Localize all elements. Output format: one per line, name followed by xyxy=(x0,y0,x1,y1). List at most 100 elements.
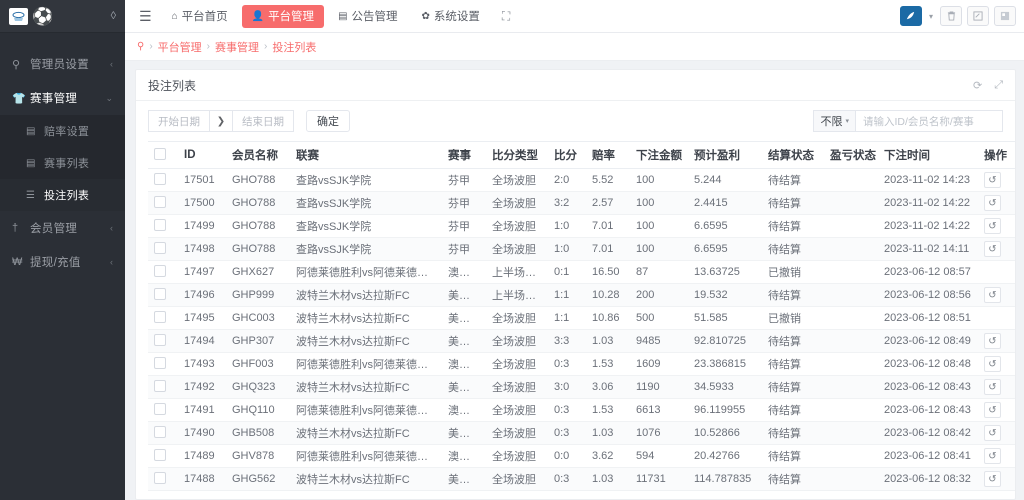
cell-profit-loss-status xyxy=(824,352,878,376)
revoke-bet-button[interactable]: ↺ xyxy=(984,195,1001,211)
sidebar-item-admin-settings[interactable]: ⚲ 管理员设置 ‹ xyxy=(0,47,125,81)
qr-icon[interactable]: ⛶ xyxy=(494,9,518,24)
filter-select[interactable]: 不限 ▾ xyxy=(813,110,855,132)
cell-bet-time: 2023-06-12 08:41 xyxy=(878,444,978,468)
cell-profit-loss-status xyxy=(824,237,878,261)
refresh-icon[interactable]: ⟳ xyxy=(973,79,982,92)
cell-odds: 10.86 xyxy=(586,306,630,330)
table-row[interactable]: 17492 GHQ323 波特兰木材vs达拉斯FC 美职业 全场波胆 3:0 3.06 119… xyxy=(148,375,1015,399)
cell-bet-amount: 1190 xyxy=(630,375,688,399)
cell-odds: 2.57 xyxy=(586,191,630,215)
chevron-down-icon[interactable]: ▾ xyxy=(927,12,935,21)
cell-expected-profit: 19.532 xyxy=(688,283,762,307)
row-checkbox[interactable] xyxy=(154,218,166,231)
sidebar-item-match-list[interactable]: ▤ 赛事列表 xyxy=(0,147,125,179)
row-checkbox[interactable] xyxy=(154,241,166,254)
cell-score-type: 全场波胆 xyxy=(486,467,548,491)
revoke-bet-button[interactable]: ↺ xyxy=(984,425,1001,441)
cell-expected-profit: 92.810725 xyxy=(688,329,762,353)
sidebar-item-member-management[interactable]: † 会员管理 ‹ xyxy=(0,211,125,245)
cell-bet-amount: 11731 xyxy=(630,467,688,491)
row-checkbox[interactable] xyxy=(154,333,166,346)
cell-settlement-status: 待结算 xyxy=(762,168,824,192)
breadcrumb-item-bet-list[interactable]: 投注列表 xyxy=(272,39,316,55)
revoke-bet-button[interactable]: ↺ xyxy=(984,379,1001,395)
table-row[interactable]: 17491 GHQ110 阿德莱德胜利vs阿德莱德眼镜蛇 澳南甲 全场波胆 0:3 1.53… xyxy=(148,398,1015,422)
cell-bet-time: 2023-06-12 08:32 xyxy=(878,467,978,491)
start-date-input[interactable]: 开始日期 xyxy=(148,110,210,132)
row-checkbox[interactable] xyxy=(154,448,166,461)
breadcrumb-item-match-management[interactable]: 赛事管理 xyxy=(215,39,259,55)
tab-platform-management[interactable]: 👤 平台管理 xyxy=(241,4,325,28)
row-checkbox[interactable] xyxy=(154,264,166,277)
revoke-bet-button[interactable]: ↺ xyxy=(984,241,1001,257)
table-row[interactable]: 17499 GHO788 查路vsSJK学院 芬甲 全场波胆 1:0 7.01 100 6.65… xyxy=(148,214,1015,238)
row-checkbox[interactable] xyxy=(154,172,166,185)
cell-operation: ↺ xyxy=(978,329,1015,353)
table-row[interactable]: 17493 GHF003 阿德莱德胜利vs阿德莱德眼镜蛇 澳南甲 全场波胆 0:3 1.53… xyxy=(148,352,1015,376)
row-checkbox[interactable] xyxy=(154,425,166,438)
select-all-checkbox[interactable] xyxy=(154,147,166,160)
fullscreen-button[interactable] xyxy=(994,6,1016,26)
row-checkbox[interactable] xyxy=(154,287,166,300)
search-input[interactable]: 请输入ID/会员名称/赛事 xyxy=(855,110,1003,132)
sidebar-item-match-management[interactable]: 👕 赛事管理 ⌄ xyxy=(0,81,125,115)
cell-bet-time: 2023-11-02 14:11 xyxy=(878,237,978,261)
rows-icon: ☰ xyxy=(26,189,35,201)
cell-profit-loss-status xyxy=(824,375,878,399)
cell-odds: 1.53 xyxy=(586,398,630,422)
sidebar-item-bet-list[interactable]: ☰ 投注列表 xyxy=(0,179,125,211)
row-checkbox[interactable] xyxy=(154,471,166,484)
row-checkbox[interactable] xyxy=(154,379,166,392)
revoke-bet-button[interactable]: ↺ xyxy=(984,356,1001,372)
table-row[interactable]: 17488 GHG562 波特兰木材vs达拉斯FC 美职业 全场波胆 0:3 1.03 117… xyxy=(148,467,1015,491)
revoke-bet-button[interactable]: ↺ xyxy=(984,471,1001,487)
table-row[interactable]: 17495 GHC003 波特兰木材vs达拉斯FC 美职业 全场波胆 1:1 10.86 50… xyxy=(148,306,1015,330)
cell-operation: ↺ xyxy=(978,191,1015,215)
location-icon: ⚲ xyxy=(137,41,145,52)
clear-cache-button[interactable] xyxy=(940,6,962,26)
table-row[interactable]: 17500 GHO788 查路vsSJK学院 芬甲 全场波胆 3:2 2.57 100 2.44… xyxy=(148,191,1015,215)
cell-league: 查路vsSJK学院 xyxy=(290,191,442,215)
sidebar-item-withdraw-deposit[interactable]: ₩ 提现/充值 ‹ xyxy=(0,245,125,279)
row-checkbox[interactable] xyxy=(154,402,166,415)
revoke-bet-button[interactable]: ↺ xyxy=(984,218,1001,234)
cell-expected-profit: 6.6595 xyxy=(688,237,762,261)
table-row[interactable]: 17496 GHP999 波特兰木材vs达拉斯FC 美职业 上半场波胆 1:1 10.28 2… xyxy=(148,283,1015,307)
revoke-bet-button[interactable]: ↺ xyxy=(984,333,1001,349)
table-row[interactable]: 17489 GHV878 阿德莱德胜利vs阿德莱德眼镜蛇 澳南甲 全场波胆 0:0 3.62… xyxy=(148,444,1015,468)
table-row[interactable]: 17501 GHO788 查路vsSJK学院 芬甲 全场波胆 2:0 5.52 100 5.24… xyxy=(148,168,1015,192)
cell-id: 17492 xyxy=(178,375,226,399)
expand-icon[interactable]: ⤢ xyxy=(994,79,1003,92)
tab-system-settings[interactable]: ✿ 系统设置 xyxy=(412,5,490,28)
end-date-input[interactable]: 结束日期 xyxy=(232,110,294,132)
language-button[interactable] xyxy=(899,6,922,26)
hamburger-icon[interactable]: ☰ xyxy=(135,8,162,25)
table-row[interactable]: 17494 GHP307 波特兰木材vs达拉斯FC 美职业 全场波胆 3:3 1.03 948… xyxy=(148,329,1015,353)
tab-platform-home[interactable]: ⌂ 平台首页 xyxy=(162,5,238,28)
edit-button[interactable] xyxy=(967,6,989,26)
cell-event: 芬甲 xyxy=(442,168,486,192)
col-expected-profit: 预计盈利 xyxy=(688,141,762,169)
revoke-bet-button[interactable]: ↺ xyxy=(984,172,1001,188)
table-row[interactable]: 17497 GHX627 阿德莱德胜利vs阿德莱德眼镜蛇 澳南甲 上半场波胆 0:1 16.… xyxy=(148,260,1015,284)
water-drop-icon[interactable]: ◊ xyxy=(111,10,116,22)
row-checkbox[interactable] xyxy=(154,310,166,323)
tab-announcement-management[interactable]: ▤ 公告管理 xyxy=(328,5,407,28)
table-row[interactable]: 17490 GHB508 波特兰木材vs达拉斯FC 美职业 全场波胆 0:3 1.03 107… xyxy=(148,421,1015,445)
sidebar-item-odds-settings[interactable]: ▤ 赔率设置 xyxy=(0,115,125,147)
row-checkbox[interactable] xyxy=(154,195,166,208)
revoke-bet-button[interactable]: ↺ xyxy=(984,448,1001,464)
table-row[interactable]: 17498 GHO788 查路vsSJK学院 芬甲 全场波胆 1:0 7.01 100 6.65… xyxy=(148,237,1015,261)
cell-bet-time: 2023-06-12 08:51 xyxy=(878,306,978,330)
breadcrumb-item-platform-management[interactable]: 平台管理 xyxy=(158,39,202,55)
date-range-picker[interactable]: 开始日期 ❯ 结束日期 xyxy=(148,110,294,132)
row-checkbox[interactable] xyxy=(154,356,166,369)
revoke-bet-button[interactable]: ↺ xyxy=(984,402,1001,418)
confirm-button[interactable]: 确定 xyxy=(306,110,350,132)
chevron-left-icon: ‹ xyxy=(110,59,113,69)
jersey-icon: 👕 xyxy=(12,92,26,105)
sidebar-menu: ⚲ 管理员设置 ‹ 👕 赛事管理 ⌄ ▤ 赔率设置 ▤ 赛事列表 ☰ 投注列表 … xyxy=(0,33,125,500)
revoke-bet-button[interactable]: ↺ xyxy=(984,287,1001,303)
col-member-name: 会员名称 xyxy=(226,141,290,169)
